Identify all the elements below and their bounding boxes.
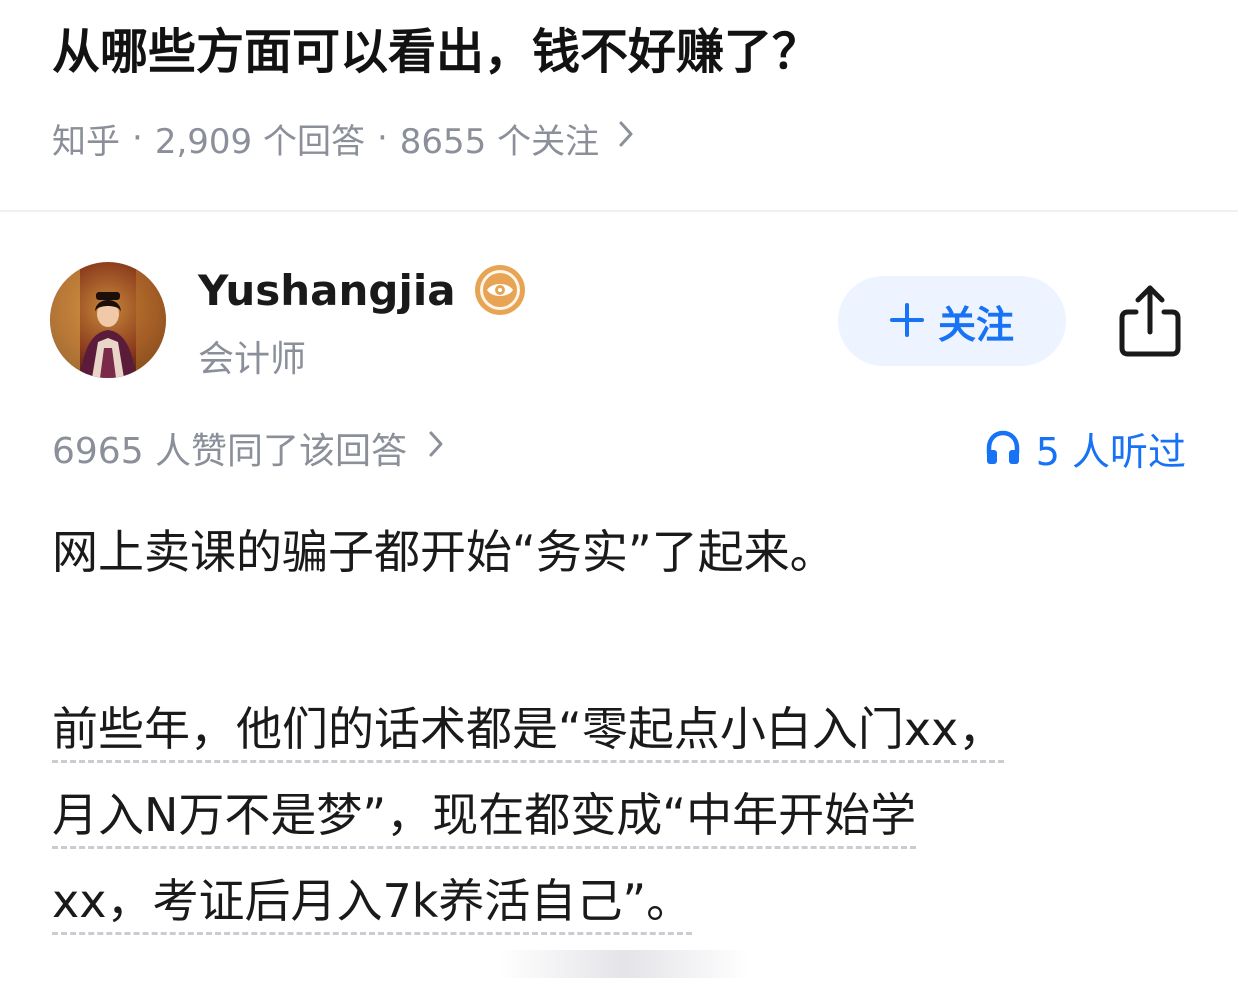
followers-count: 8655 个关注: [399, 121, 600, 162]
avatar[interactable]: [50, 262, 166, 378]
answer-paragraph-annotated: 前些年，他们的话术都是“零起点小白入门xx， 月入N万不是梦”，现在都变成“中年…: [52, 686, 1166, 944]
author-name[interactable]: Yushangjia: [198, 266, 456, 315]
chevron-right-icon: [427, 429, 445, 467]
answer-paragraph: 网上卖课的骗子都开始“务实”了起来。: [52, 525, 836, 579]
meta-separator: ·: [132, 118, 143, 158]
question-meta[interactable]: 知乎 · 2,909 个回答 · 8655 个关注: [52, 112, 635, 164]
meta-separator: ·: [376, 118, 388, 158]
source-label: 知乎: [52, 121, 120, 162]
author-name-row: Yushangjia: [198, 262, 526, 318]
headphones-icon: [986, 430, 1019, 464]
question-title[interactable]: 从哪些方面可以看出，钱不好赚了？: [52, 20, 1202, 84]
listen-text: 5 人听过: [1035, 429, 1186, 474]
share-icon: [1119, 285, 1181, 357]
underlined-text[interactable]: xx，考证后月入7k养活自己”。: [52, 874, 693, 935]
underlined-text[interactable]: 前些年，他们的话术都是“零起点小白入门xx，: [52, 702, 1005, 763]
answer-line: 前些年，他们的话术都是“零起点小白入门xx，: [52, 686, 1166, 772]
listen-count[interactable]: 5 人听过: [984, 424, 1186, 474]
upvote-text: 6965 人赞同了该回答: [52, 431, 408, 472]
answer-content[interactable]: 网上卖课的骗子都开始“务实”了起来。 前些年，他们的话术都是“零起点小白入门xx…: [52, 520, 1182, 944]
section-divider: [0, 210, 1238, 212]
plus-icon: [889, 297, 924, 345]
underlined-text[interactable]: 月入N万不是梦”，现在都变成“中年开始学: [52, 788, 917, 849]
answer-line: xx，考证后月入7k养活自己”。: [52, 858, 1166, 944]
follow-label: 关注: [937, 302, 1014, 347]
scroll-indicator: [500, 950, 750, 978]
chevron-right-icon: [617, 119, 635, 157]
answers-count: 2,909 个回答: [154, 121, 365, 162]
author-title: 会计师: [198, 339, 307, 380]
follow-button[interactable]: 关注: [838, 276, 1066, 366]
answer-line: 月入N万不是梦”，现在都变成“中年开始学: [52, 772, 1166, 858]
upvote-summary[interactable]: 6965 人赞同了该回答: [52, 424, 445, 472]
share-button[interactable]: [1114, 282, 1186, 358]
verified-eye-badge-icon: [474, 264, 526, 316]
